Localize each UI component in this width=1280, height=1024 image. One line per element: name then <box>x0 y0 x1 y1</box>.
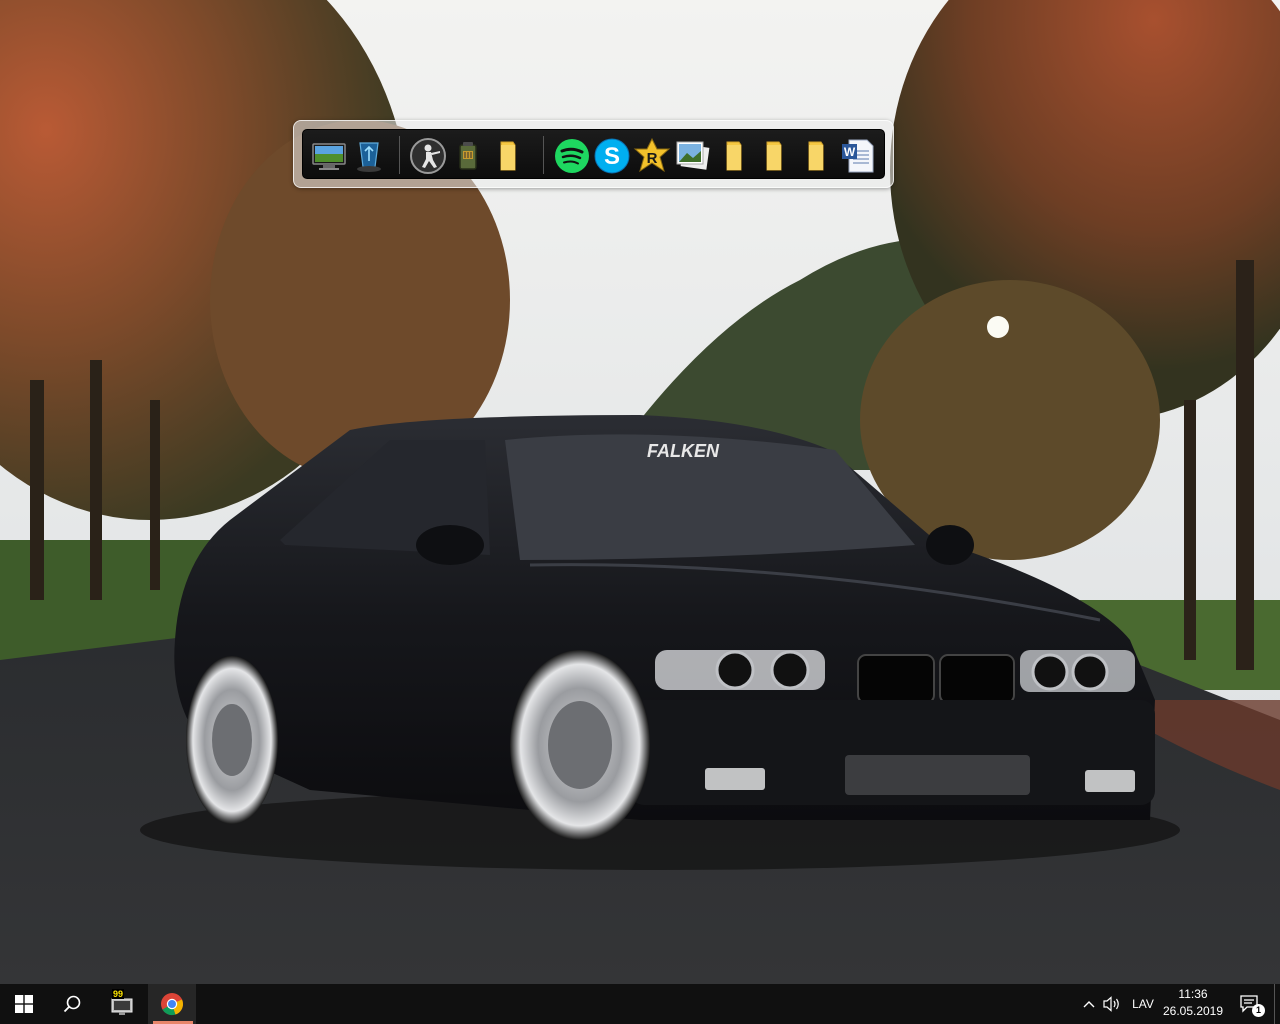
action-center-button[interactable]: 1 <box>1230 984 1270 1024</box>
svg-text:R: R <box>647 150 658 167</box>
show-hidden-icons-button[interactable] <box>1078 984 1100 1024</box>
input-language-indicator[interactable]: LAV <box>1126 984 1160 1024</box>
folder-icon[interactable] <box>489 137 527 175</box>
show-desktop-button[interactable] <box>1274 984 1280 1024</box>
desktop-dock: S R W <box>293 120 894 188</box>
taskbar-app-badge: 99 <box>112 989 125 999</box>
taskbar-pinned-monitor-app[interactable]: 99 <box>98 984 146 1024</box>
windshield-banner-text: FALKEN <box>647 441 720 461</box>
taskbar: 99 LAV 11:36 26.05.2019 1 <box>0 984 1280 1024</box>
taskbar-chrome[interactable] <box>148 984 196 1024</box>
volume-button[interactable] <box>1100 984 1124 1024</box>
speaker-icon <box>1103 996 1119 1012</box>
search-button[interactable] <box>48 984 96 1024</box>
recycle-bin-icon[interactable] <box>350 137 388 175</box>
skype-icon[interactable]: S <box>593 137 631 175</box>
windows-logo-icon <box>15 995 33 1013</box>
svg-text:S: S <box>604 143 620 170</box>
pubg-icon[interactable] <box>449 137 487 175</box>
search-icon <box>63 995 81 1013</box>
counter-strike-icon[interactable] <box>409 137 447 175</box>
clock-date: 26.05.2019 <box>1162 1004 1224 1018</box>
chrome-icon <box>161 993 184 1016</box>
spotify-icon[interactable] <box>553 137 591 175</box>
rockstar-icon[interactable]: R <box>633 137 671 175</box>
start-button[interactable] <box>0 984 48 1024</box>
folder-icon[interactable] <box>715 137 753 175</box>
folder-icon[interactable] <box>797 137 835 175</box>
clock[interactable]: 11:36 26.05.2019 <box>1160 986 1226 1022</box>
folder-icon[interactable] <box>755 137 793 175</box>
clock-time: 11:36 <box>1178 987 1208 1001</box>
notification-count-badge: 1 <box>1252 1004 1265 1017</box>
dock-separator <box>543 136 544 174</box>
monitor-icon[interactable] <box>310 137 348 175</box>
svg-text:W: W <box>844 145 856 159</box>
word-document-icon[interactable]: W <box>839 137 877 175</box>
chevron-up-icon <box>1083 1001 1095 1008</box>
dock-separator <box>399 136 400 174</box>
dock-icon-bar: S R W <box>302 129 885 179</box>
photos-icon[interactable] <box>673 137 711 175</box>
